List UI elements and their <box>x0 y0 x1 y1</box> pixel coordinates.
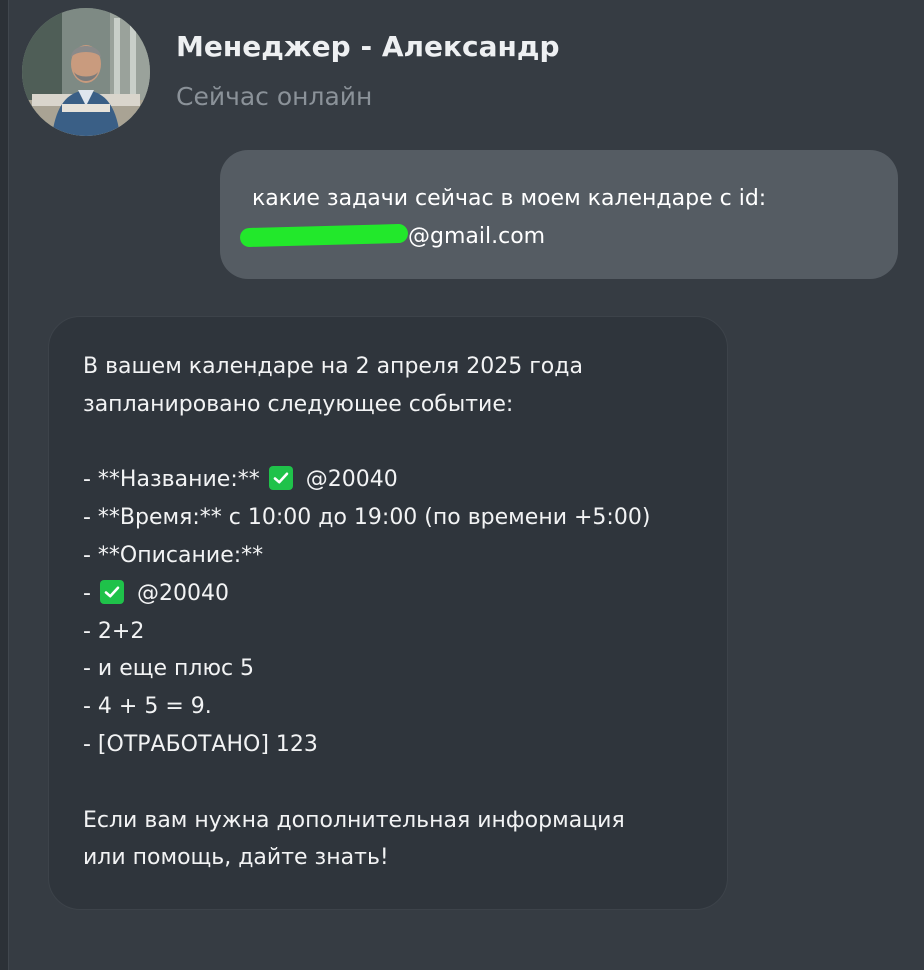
online-status: Сейчас онлайн <box>176 82 373 111</box>
description-item: - 4 + 5 = 9. <box>83 694 212 720</box>
description-item: - [ОТРАБОТАНО] 123 <box>83 731 318 757</box>
description-bullet: - <box>83 580 91 606</box>
user-message-line: какие задачи сейчас в моем календаре с i… <box>252 186 767 211</box>
message-outro-line: или помощь, дайте знать! <box>83 845 389 871</box>
email-suffix: @gmail.com <box>408 224 546 249</box>
event-name-line: - **Название:** @20040 <box>83 461 693 499</box>
description-value: @20040 <box>136 580 229 606</box>
event-time-line: - **Время:** с 10:00 до 19:00 (по времен… <box>83 505 651 531</box>
event-description-label: - **Описание:** <box>83 542 264 568</box>
user-message-bubble: какие задачи сейчас в моем календаре с i… <box>220 150 898 279</box>
description-item: - и еще плюс 5 <box>83 656 255 682</box>
event-name-value: @20040 <box>305 467 398 493</box>
user-message-email-line: @gmail.com <box>239 218 868 256</box>
avatar-photo <box>22 8 150 136</box>
description-item: - 2+2 <box>83 618 145 644</box>
contact-avatar[interactable] <box>22 8 150 136</box>
contact-name: Менеджер - Александр <box>176 30 560 63</box>
description-item: - @20040 <box>83 575 693 613</box>
message-intro-line: В вашем календаре на 2 апреля 2025 года <box>83 354 583 379</box>
check-mark-icon <box>268 466 293 491</box>
bot-message-bubble: В вашем календаре на 2 апреля 2025 года … <box>48 316 728 910</box>
message-intro-line: запланировано следующее событие: <box>83 391 514 417</box>
left-panel-edge <box>0 0 9 970</box>
event-name-label: - **Название:** <box>83 467 260 493</box>
check-mark-icon <box>99 579 124 604</box>
message-outro-line: Если вам нужна дополнительная информация <box>83 807 625 833</box>
redaction-mark <box>239 223 409 248</box>
